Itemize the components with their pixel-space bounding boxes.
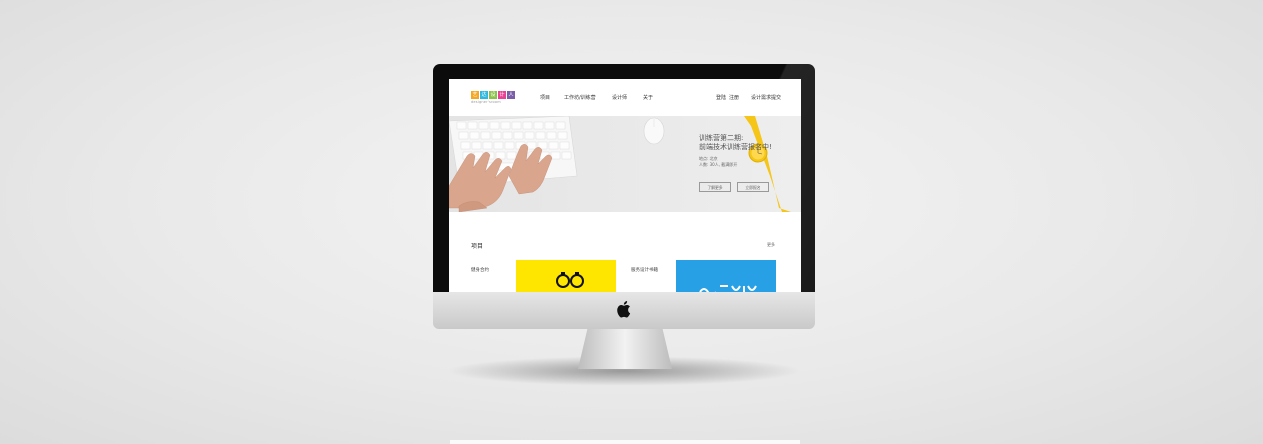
hero-text-block: 训练营第二期: 前端技术训练营报名中! 地点: 北京 人数: 30人, 截满即开 — [699, 134, 772, 168]
project-label-fitness[interactable]: 健身合约 — [471, 267, 489, 273]
nav-item-workshops[interactable]: 工作坊/训练营 — [564, 94, 596, 101]
monitor-stand — [578, 329, 672, 369]
logo-letter: 设 — [489, 91, 497, 99]
hero-title-line1: 训练营第二期: — [699, 134, 744, 142]
project-thumbnail-fitness[interactable] — [516, 260, 616, 292]
floor-highlight — [450, 440, 800, 444]
projects-more-link[interactable]: 更多 — [767, 242, 775, 248]
service-wordmark-graphic — [699, 285, 757, 292]
logo-letter: 达 — [480, 91, 488, 99]
project-thumbnail-service-book[interactable] — [676, 260, 776, 292]
logo-subtitle: designer'sroom — [471, 100, 501, 104]
nav-item-about[interactable]: 关于 — [643, 94, 653, 101]
logo-letter-boxes: 艺 达 设 计 人 — [471, 91, 515, 99]
nav-item-designers[interactable]: 设计师 — [612, 94, 627, 101]
projects-section-title: 项目 — [471, 243, 484, 250]
project-label-service-book[interactable]: 服务设计书籍 — [631, 267, 658, 273]
hero-title-line2: 前端技术训练营报名中! — [699, 143, 772, 151]
top-navigation: 艺 达 设 计 人 designer'sroom 项目 工作坊/训练营 设计师 … — [449, 79, 801, 116]
logo-letter: 人 — [507, 91, 515, 99]
apple-logo-icon — [617, 301, 631, 318]
hero-people: 人数: 30人, 截满即开 — [699, 162, 738, 167]
stopwatch-icon — [556, 272, 584, 288]
monitor-chin — [433, 292, 815, 329]
login-link[interactable]: 登陆 — [716, 94, 726, 101]
logo-letter: 艺 — [471, 91, 479, 99]
learn-more-button[interactable]: 了解更多 — [699, 182, 731, 192]
brand-logo[interactable]: 艺 达 设 计 人 designer'sroom — [471, 91, 515, 104]
nav-item-projects[interactable]: 项目 — [540, 94, 550, 101]
register-link[interactable]: 注册 — [729, 94, 739, 101]
logo-letter: 计 — [498, 91, 506, 99]
design-request-link[interactable]: 设计需求提交 — [751, 94, 781, 101]
signup-button[interactable]: 立即报名 — [737, 182, 769, 192]
website-screen: 艺 达 设 计 人 designer'sroom 项目 工作坊/训练营 设计师 … — [449, 79, 801, 292]
hero-banner: 训练营第二期: 前端技术训练营报名中! 地点: 北京 人数: 30人, 截满即开… — [449, 116, 801, 212]
